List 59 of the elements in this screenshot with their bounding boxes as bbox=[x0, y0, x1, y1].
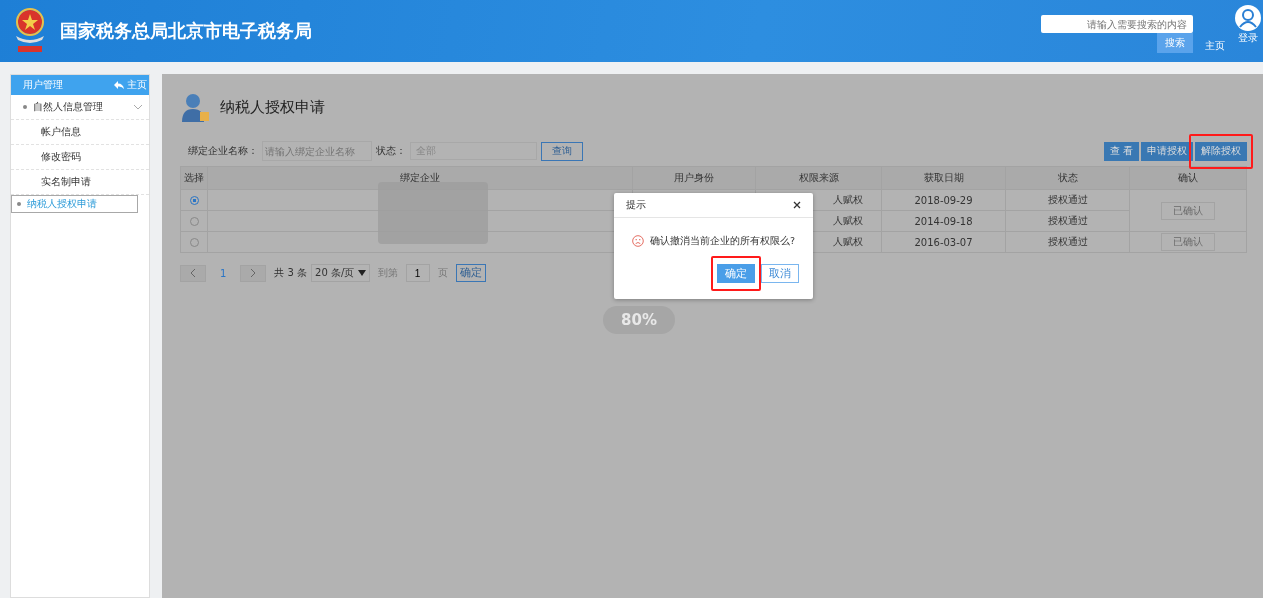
field-label: 状态： bbox=[376, 144, 406, 158]
dialog-title: 提示 bbox=[626, 198, 646, 212]
bullet-icon bbox=[23, 105, 27, 109]
table-cell: 授权通过 bbox=[1005, 231, 1130, 253]
action-button[interactable]: 查 看 bbox=[1104, 141, 1139, 161]
home-link[interactable]: 主页 bbox=[127, 78, 147, 92]
search-field[interactable]: 请输入需要搜索的内容 bbox=[1041, 15, 1193, 33]
back-arrow-icon[interactable] bbox=[114, 81, 124, 89]
sidebar-title: 用户管理 bbox=[23, 78, 63, 92]
column-header: 状态 bbox=[1005, 166, 1130, 190]
table-cell: 2016-03-07 bbox=[881, 231, 1006, 253]
page-size-dropdown[interactable]: 20 条/页 bbox=[311, 264, 370, 282]
chevron-right-icon bbox=[250, 268, 257, 278]
column-header: 权限来源 bbox=[755, 166, 882, 190]
close-icon[interactable] bbox=[793, 201, 801, 209]
column-header: 用户身份 bbox=[632, 166, 756, 190]
next-page-button[interactable] bbox=[240, 264, 267, 282]
person-icon bbox=[180, 92, 210, 122]
chevron-icon bbox=[133, 104, 143, 110]
bullet-icon bbox=[17, 202, 21, 206]
confirmed-button[interactable]: 已确认 bbox=[1161, 233, 1215, 251]
table-cell: 授权通过 bbox=[1005, 189, 1130, 211]
table-cell: 2018-09-29 bbox=[881, 189, 1006, 211]
field-label: 绑定企业名称： bbox=[188, 144, 258, 158]
column-header: 获取日期 bbox=[881, 166, 1006, 190]
page-number[interactable]: 1 bbox=[220, 267, 227, 279]
page-unit: 页 bbox=[437, 266, 448, 280]
radio-button[interactable] bbox=[189, 196, 199, 205]
sidebar-item[interactable]: 自然人信息管理 bbox=[11, 95, 149, 120]
home-link[interactable]: 主页 bbox=[1205, 39, 1225, 53]
column-header: 绑定企业 bbox=[207, 166, 633, 190]
item-label: 自然人信息管理 bbox=[33, 100, 103, 114]
loading-badge: 80% bbox=[603, 306, 675, 334]
sidebar-subitem[interactable]: 修改密码 bbox=[11, 145, 149, 170]
search-button[interactable]: 搜索 bbox=[1157, 33, 1193, 53]
column-header: 选择 bbox=[180, 166, 208, 190]
page-input[interactable]: 1 bbox=[405, 264, 430, 282]
confirmed-button[interactable]: 已确认 bbox=[1161, 201, 1215, 220]
sidebar-subitem[interactable]: 实名制申请 bbox=[11, 170, 149, 195]
chevron-left-icon bbox=[190, 268, 196, 278]
sidebar-subitem[interactable]: 帐户信息 bbox=[11, 120, 149, 145]
ok-button[interactable]: 确定 bbox=[717, 264, 755, 283]
total-count: 共 3 条 bbox=[274, 266, 308, 280]
cancel-button[interactable]: 取消 bbox=[761, 264, 799, 283]
site-title: 国家税务总局北京市电子税务局 bbox=[60, 19, 312, 43]
go-button[interactable]: 确定 bbox=[455, 264, 486, 282]
caret-icon bbox=[357, 270, 366, 276]
action-button[interactable]: 解除授权 bbox=[1195, 141, 1247, 161]
table-cell: 2014-09-18 bbox=[881, 210, 1006, 232]
action-button[interactable]: 申请授权 bbox=[1141, 141, 1193, 161]
column-header: 确认 bbox=[1129, 166, 1247, 190]
page-title: 纳税人授权申请 bbox=[220, 97, 325, 117]
login-link[interactable]: 登录 bbox=[1238, 31, 1258, 45]
user-icon[interactable] bbox=[1235, 5, 1261, 31]
previous-page-button[interactable] bbox=[180, 264, 206, 282]
sad-face-icon bbox=[632, 232, 644, 250]
item-label: 纳税人授权申请 bbox=[27, 197, 97, 211]
sidebar-item[interactable]: 纳税人授权申请 bbox=[11, 195, 138, 213]
query-button[interactable]: 查询 bbox=[541, 141, 583, 161]
